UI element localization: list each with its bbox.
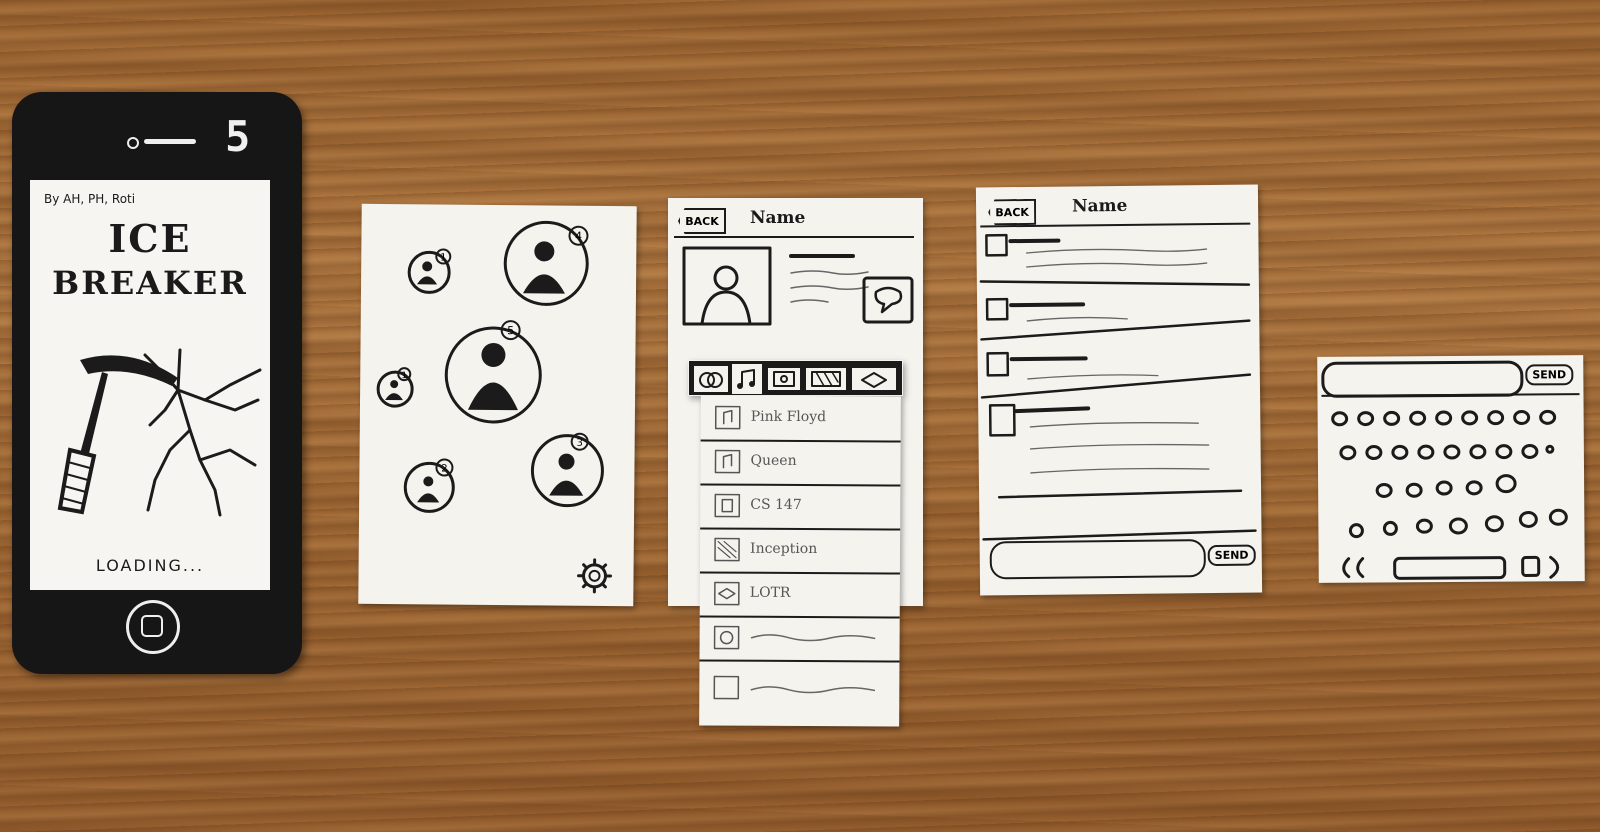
- blank-icon: [713, 675, 740, 700]
- avatar: [682, 246, 772, 326]
- ice-pick-icon: [57, 355, 178, 515]
- list-item[interactable]: Pink Floyd: [700, 395, 901, 443]
- splash-screen: By AH, PH, Roti ICE BREAKER LOADING...: [30, 180, 270, 590]
- interest-tabs: [688, 360, 903, 396]
- message-thread: [979, 233, 1257, 541]
- person-bubble[interactable]: 5: [444, 320, 542, 424]
- svg-text:3: 3: [576, 438, 582, 449]
- message-item: [980, 351, 1252, 399]
- film-icon: [714, 537, 740, 562]
- profile-card: [682, 246, 914, 326]
- placeholder-squiggle: [750, 634, 876, 642]
- svg-text:1: 1: [401, 371, 407, 381]
- ice-pick-drawing: [57, 348, 262, 517]
- interest-list: Pink Floyd Queen CS 147 Inception LOTR: [699, 395, 901, 727]
- keyboard-keys[interactable]: [1317, 395, 1584, 583]
- desk-scene: 5 By AH, PH, Roti ICE BREAKER LOADING...…: [0, 0, 1600, 832]
- profile-name: Name: [750, 208, 806, 228]
- music-note-icon: [714, 449, 741, 474]
- list-item[interactable]: [699, 615, 900, 663]
- keyboard-card: SEND: [1317, 355, 1585, 583]
- list-item-label: Inception: [750, 540, 818, 558]
- person-bubble[interactable]: 1: [376, 367, 414, 408]
- message-item: [979, 233, 1251, 286]
- paper-phone: 5 By AH, PH, Roti ICE BREAKER LOADING...: [12, 92, 302, 674]
- chat-name: Name: [1071, 195, 1128, 217]
- person-bubble[interactable]: 4: [503, 220, 589, 306]
- svg-text:1: 1: [440, 252, 446, 263]
- home-button[interactable]: [126, 600, 180, 654]
- book-icon: [714, 493, 741, 518]
- game-icon: [713, 625, 740, 650]
- svg-text:2: 2: [441, 464, 447, 475]
- speech-bubble-icon[interactable]: [862, 276, 914, 324]
- loading-text: LOADING...: [95, 556, 205, 575]
- list-item[interactable]: CS 147: [700, 483, 901, 531]
- book-icon: [714, 581, 740, 606]
- placeholder-squiggle: [750, 686, 876, 694]
- list-item[interactable]: Queen: [700, 439, 901, 487]
- list-item-label: LOTR: [749, 584, 791, 601]
- back-button[interactable]: BACK: [988, 199, 1036, 226]
- bubbles-screen: 1 4 5 1 2 3: [358, 203, 637, 607]
- camera-dot: [127, 137, 139, 149]
- app-title-line1: ICE: [108, 216, 192, 261]
- music-note-icon: [714, 405, 741, 430]
- keyboard-text-input[interactable]: [1321, 360, 1524, 398]
- send-button[interactable]: SEND: [1207, 544, 1256, 567]
- list-item-label: CS 147: [750, 496, 802, 514]
- person-bubble[interactable]: 2: [403, 458, 455, 513]
- credits-text: By AH, PH, Roti: [44, 192, 136, 206]
- message-item: [988, 403, 1243, 499]
- speaker-slot: [144, 139, 196, 144]
- keyboard-send-button[interactable]: SEND: [1525, 364, 1574, 386]
- list-item-label: Queen: [750, 452, 797, 469]
- svg-text:5: 5: [507, 324, 514, 337]
- back-button[interactable]: BACK: [678, 208, 726, 234]
- app-title-line2: BREAKER: [52, 264, 248, 302]
- gear-icon[interactable]: [577, 558, 613, 594]
- message-item: [980, 297, 1251, 341]
- notification-badge: 5: [225, 112, 251, 161]
- list-item-label: Pink Floyd: [750, 408, 827, 426]
- people-bubbles-canvas: 1 4 5 1 2 3: [376, 220, 613, 594]
- svg-text:4: 4: [575, 230, 582, 243]
- list-item[interactable]: Inception: [699, 527, 901, 575]
- person-bubble[interactable]: 3: [530, 432, 604, 508]
- list-item[interactable]: [699, 659, 899, 720]
- person-bubble[interactable]: 1: [407, 248, 452, 294]
- list-item[interactable]: LOTR: [699, 571, 900, 619]
- message-input[interactable]: [989, 539, 1206, 580]
- chat-screen: BACK Name SEND: [975, 184, 1263, 596]
